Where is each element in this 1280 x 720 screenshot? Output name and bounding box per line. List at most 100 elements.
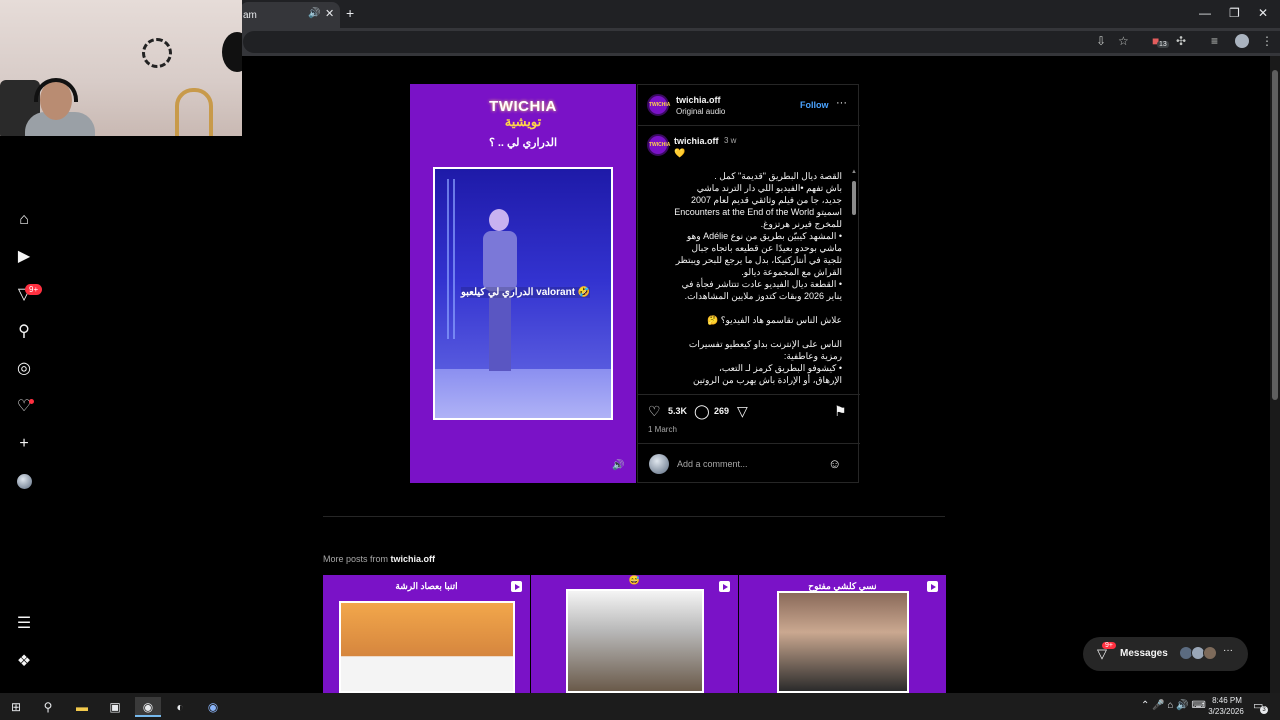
- video-caption: الدراري لي .. ؟: [488, 137, 558, 149]
- profile-avatar[interactable]: [1235, 34, 1249, 48]
- media-control-icon[interactable]: ≡: [1211, 34, 1218, 48]
- scroll-up-icon[interactable]: ▲: [851, 169, 857, 175]
- search-icon[interactable]: ⚲: [14, 322, 34, 342]
- scrollbar-thumb[interactable]: [852, 181, 856, 215]
- notification-count-badge: 3: [1260, 706, 1268, 714]
- tab-title: am: [243, 10, 257, 21]
- minimize-button[interactable]: —: [1199, 6, 1211, 20]
- taskbar-time[interactable]: 8:46 PM: [1207, 696, 1247, 705]
- messages-badge: 9+: [1102, 642, 1116, 649]
- taskbar-date[interactable]: 3/23/2026: [1203, 707, 1249, 716]
- stage-floor: [435, 369, 611, 418]
- browser-tab[interactable]: am 🔊 ✕: [240, 2, 340, 28]
- thumbnail-image: [566, 589, 704, 693]
- home-icon[interactable]: ⌂: [14, 210, 34, 230]
- tab-close-icon[interactable]: ✕: [325, 7, 334, 20]
- profile-nav-avatar[interactable]: [17, 474, 32, 489]
- messages-label: Messages: [1120, 648, 1168, 659]
- section-divider: [323, 516, 945, 517]
- store-icon[interactable]: ▣: [102, 697, 128, 717]
- more-apps-icon[interactable]: ❖: [14, 652, 34, 672]
- bookmark-star-icon[interactable]: ☆: [1118, 34, 1129, 48]
- chrome-icon[interactable]: ◉: [135, 697, 161, 717]
- webcam-dark-object: [222, 32, 242, 72]
- page-scrollbar[interactable]: [1270, 56, 1280, 693]
- more-post-thumbnail[interactable]: 😅: [531, 575, 738, 693]
- more-posts-heading: More posts from twichia.off: [323, 554, 435, 564]
- caption-paragraph: علاش الناس تقاسمو هاد الفيديو؟ 🤔: [707, 315, 842, 325]
- video-overlay-text: الدراري لي كيلعبو valorant 🤣: [461, 287, 591, 298]
- menu-kebab-icon[interactable]: ⋮: [1261, 34, 1273, 48]
- post-details-panel: TWICHIA twichia.off Original audio Follo…: [637, 84, 860, 483]
- comment-username[interactable]: twichia.off: [674, 136, 719, 146]
- messages-button[interactable]: ▽ 9+ Messages ···: [1083, 637, 1248, 671]
- add-comment-input[interactable]: Add a comment...: [677, 459, 748, 469]
- explore-compass-icon[interactable]: ◎: [14, 359, 34, 379]
- webcam-overlay: [0, 0, 242, 136]
- original-audio-link[interactable]: Original audio: [676, 107, 725, 116]
- chrome-profile-icon[interactable]: ◉: [200, 697, 226, 717]
- emoji-picker-icon[interactable]: ☺: [828, 456, 841, 471]
- caption-paragraph: الناس على الإنترنت بداو كيعطيو تفسيرات ر…: [688, 339, 842, 361]
- author-username[interactable]: twichia.off: [676, 95, 721, 105]
- file-explorer-icon[interactable]: ▬: [69, 697, 95, 717]
- extension-badge: 13: [1157, 41, 1169, 48]
- viewer-avatar: [649, 454, 669, 474]
- comment-scrollbar[interactable]: ▲ ▼: [851, 169, 857, 394]
- extensions-puzzle-icon[interactable]: ✣: [1176, 34, 1186, 48]
- like-count[interactable]: 5.3K: [668, 406, 687, 416]
- messages-more-icon[interactable]: ···: [1223, 645, 1233, 656]
- more-post-thumbnail[interactable]: نسي كلشي مفتوح: [739, 575, 946, 693]
- reel-video[interactable]: الدراري لي كيلعبو valorant 🤣: [433, 167, 613, 420]
- create-plus-icon[interactable]: +: [14, 434, 34, 454]
- brand-logo-arabic: تويشية: [504, 114, 542, 129]
- hamburger-menu-icon[interactable]: ☰: [14, 614, 34, 634]
- share-icon[interactable]: ▽: [737, 403, 748, 420]
- comment-timestamp: 3 w: [724, 136, 737, 145]
- actions-divider: [638, 394, 860, 395]
- add-comment-divider: [638, 443, 860, 444]
- windows-start-icon[interactable]: ⊞: [3, 697, 29, 717]
- install-app-icon[interactable]: ⇩: [1096, 34, 1106, 48]
- author-avatar[interactable]: TWICHIA: [647, 94, 670, 116]
- more-posts-prefix: More posts from: [323, 554, 391, 564]
- post-media[interactable]: TWICHIA تويشية الدراري لي .. ؟ الدراري ل…: [410, 84, 636, 483]
- more-options-icon[interactable]: ···: [836, 97, 847, 109]
- close-window-button[interactable]: ✕: [1258, 6, 1268, 20]
- post-date: 1 March: [648, 425, 677, 434]
- video-person-legs: [489, 291, 511, 371]
- restore-button[interactable]: ❐: [1229, 6, 1240, 20]
- reel-icon: [719, 581, 730, 592]
- caption-paragraph: القصة ديال البطريق "قديمة" كمل . باش تفه…: [674, 171, 842, 229]
- video-person: [483, 209, 517, 389]
- video-person-head: [489, 209, 509, 231]
- activity-dot: [29, 399, 34, 404]
- save-bookmark-icon[interactable]: ⚑: [834, 403, 847, 420]
- webcam-headset: [34, 78, 78, 102]
- comment-bubble-icon[interactable]: ◯: [694, 403, 710, 420]
- search-taskbar-icon[interactable]: ⚲: [35, 697, 61, 717]
- reel-icon: [511, 581, 522, 592]
- more-post-thumbnail[interactable]: اتنبا بعصاد الرشة: [323, 575, 530, 693]
- caption-text: القصة ديال البطريق "قديمة" كمل . باش تفه…: [674, 170, 842, 386]
- webcam-wall-clock: [142, 38, 172, 68]
- conversation-avatar: [1203, 646, 1217, 660]
- new-tab-button[interactable]: +: [346, 5, 354, 21]
- caption-comment: TWICHIA twichia.off 3 w 💛 القصة ديال الب…: [638, 126, 860, 394]
- mute-icon[interactable]: 🔊: [612, 460, 624, 471]
- comment-author-avatar[interactable]: TWICHIA: [647, 134, 670, 156]
- obs-icon[interactable]: ◐: [167, 697, 193, 717]
- more-posts-username[interactable]: twichia.off: [391, 554, 436, 564]
- thumbnail-title: اتنبا بعصاد الرشة: [395, 581, 458, 591]
- comment-emoji: 💛: [674, 148, 686, 158]
- notifications-badge: 9+: [25, 284, 43, 295]
- tab-audio-icon[interactable]: 🔊: [308, 8, 320, 19]
- windows-taskbar: ⊞ ⚲ ▬ ▣ ◉ ◐ ◉ ⌃ 🎤 ⌂ 🔊 ⌨ 8:46 PM 3/23/202…: [0, 693, 1280, 720]
- system-tray[interactable]: ⌃ 🎤 ⌂ 🔊 ⌨: [1141, 700, 1206, 711]
- like-heart-icon[interactable]: ♡: [648, 403, 661, 420]
- webcam-mirror: [175, 88, 213, 136]
- thumbnail-title: 😅: [628, 575, 641, 585]
- follow-button[interactable]: Follow: [800, 100, 829, 110]
- reels-icon[interactable]: ▶: [14, 247, 34, 267]
- page-scrollbar-thumb[interactable]: [1272, 70, 1278, 400]
